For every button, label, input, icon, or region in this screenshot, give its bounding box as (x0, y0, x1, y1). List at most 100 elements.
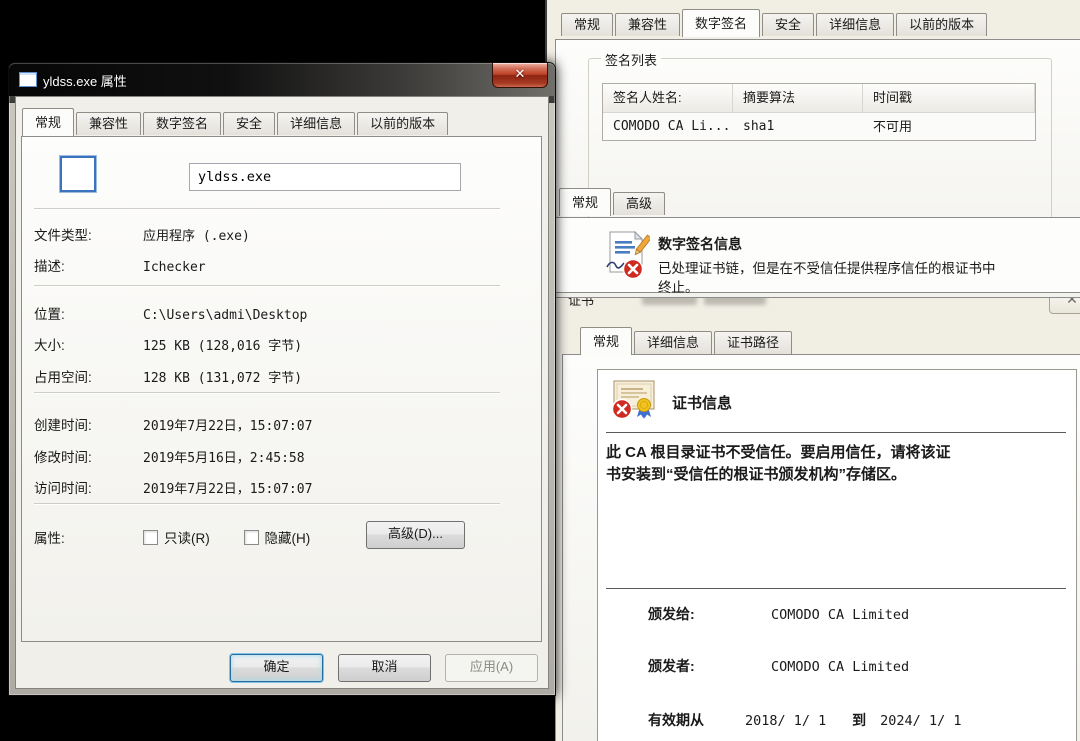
advanced-button[interactable]: 高级(D)... (366, 521, 465, 549)
close-icon: ✕ (515, 66, 526, 81)
tab-details[interactable]: 详细信息 (277, 112, 355, 135)
warning-line2: 书安装到“受信任的根证书颁发机构”存储区。 (606, 464, 950, 486)
signature-info-heading: 数字签名信息 (658, 234, 742, 254)
details-tab-page: 数字签名信息 已处理证书链，但是在不受信任提供程序信任的根证书中 终止。 (555, 217, 1080, 293)
checkbox-icon (244, 530, 259, 545)
title-bar: yldss.exe 属性 ✕ (9, 63, 555, 96)
field-row-accessed: 访问时间:2019年7月22日，15:07:07 (34, 477, 312, 497)
dialog-client-area: 常规 兼容性 数字签名 安全 详细信息 以前的版本 文件类型:应用程序 (.ex… (15, 96, 549, 689)
apply-button[interactable]: 应用(A) (445, 654, 538, 682)
divider (606, 588, 1066, 589)
valid-to-value: 2024/ 1/ 1 (880, 713, 961, 729)
field-value: 128 KB (131,072 字节) (143, 371, 302, 386)
divider (34, 285, 500, 286)
field-label: 文件类型: (34, 224, 143, 244)
ok-button[interactable]: 确定 (230, 654, 323, 682)
timestamp-value: 不可用 (863, 113, 1035, 140)
tab-details[interactable]: 详细信息 (634, 331, 712, 354)
column-timestamp[interactable]: 时间戳 (863, 84, 1035, 112)
valid-from-value: 2018/ 1/ 1 (745, 713, 826, 729)
valid-to-word: 到 (852, 712, 866, 728)
warning-line1: 此 CA 根目录证书不受信任。要启用信任，请将该证 (606, 442, 950, 464)
tab-general[interactable]: 常规 (561, 13, 613, 36)
column-digest-algorithm[interactable]: 摘要算法 (733, 84, 863, 112)
issued-to-value: COMODO CA Limited (771, 607, 909, 623)
field-row-size-on-disk: 占用空间:128 KB (131,072 字节) (34, 366, 302, 386)
tab-details[interactable]: 详细信息 (816, 13, 894, 36)
certificate-dialog: 证书 ✕ 常规 详细信息 证书路径 (555, 281, 1080, 741)
tab-previous-versions[interactable]: 以前的版本 (357, 112, 448, 135)
field-label: 大小: (34, 334, 143, 354)
tab-advanced[interactable]: 高级 (613, 192, 665, 215)
readonly-label: 只读(R) (164, 531, 210, 546)
validity-row: 有效期从2018/ 1/ 1 到2024/ 1/ 1 (648, 710, 961, 730)
readonly-checkbox[interactable]: 只读(R) (143, 531, 210, 546)
issued-to-label: 颁发给: (648, 604, 771, 624)
desktop-background: 常规 兼容性 数字签名 安全 详细信息 以前的版本 签名列表 签名人姓名: 摘要… (0, 0, 1080, 741)
tab-general[interactable]: 常规 (22, 108, 74, 136)
digest-algorithm-value: sha1 (733, 113, 863, 140)
field-row-location: 位置:C:\Users\admi\Desktop (34, 303, 307, 323)
divider (606, 432, 1066, 433)
signature-list-label: 签名列表 (601, 50, 661, 69)
signature-error-icon (602, 230, 650, 285)
field-value: C:\Users\admi\Desktop (143, 308, 307, 323)
certificate-info-heading: 证书信息 (672, 392, 732, 413)
application-icon (19, 72, 37, 87)
issued-by-row: 颁发者:COMODO CA Limited (648, 656, 909, 676)
field-value: Ichecker (143, 260, 206, 275)
tab-certification-path[interactable]: 证书路径 (714, 331, 792, 354)
tab-security[interactable]: 安全 (223, 112, 275, 135)
hidden-label: 隐藏(H) (265, 531, 311, 546)
field-row-description: 描述:Ichecker (34, 255, 206, 275)
issued-to-row: 颁发给:COMODO CA Limited (648, 604, 909, 624)
exe-file-icon (60, 156, 96, 192)
field-label: 访问时间: (34, 477, 143, 497)
close-button[interactable]: ✕ (492, 63, 548, 88)
attributes-label: 属性: (34, 527, 143, 547)
window-title: yldss.exe 属性 (43, 71, 127, 90)
field-label: 创建时间: (34, 414, 143, 434)
field-row-modified: 修改时间:2019年5月16日，2:45:58 (34, 446, 305, 466)
certificate-info-box: 证书信息 此 CA 根目录证书不受信任。要启用信任，请将该证 书安装到“受信任的… (597, 369, 1077, 741)
field-label: 修改时间: (34, 446, 143, 466)
tab-security[interactable]: 安全 (762, 13, 814, 36)
tab-previous-versions[interactable]: 以前的版本 (896, 13, 987, 36)
signature-table-header: 签名人姓名: 摘要算法 时间戳 (603, 84, 1035, 113)
checkbox-icon (143, 530, 158, 545)
divider (34, 208, 500, 209)
tab-general[interactable]: 常规 (580, 327, 632, 355)
tab-general[interactable]: 常规 (559, 188, 611, 216)
certificate-error-icon (610, 376, 658, 427)
properties-dialog: yldss.exe 属性 ✕ 常规 兼容性 数字签名 安全 详细信息 以前的版本… (8, 62, 556, 696)
certificate-tab-page: 证书信息 此 CA 根目录证书不受信任。要启用信任，请将该证 书安装到“受信任的… (562, 354, 1080, 741)
field-label: 位置: (34, 303, 143, 323)
certificate-tabstrip: 常规 详细信息 证书路径 (580, 327, 794, 354)
issued-by-label: 颁发者: (648, 656, 771, 676)
tab-digital-signatures[interactable]: 数字签名 (143, 112, 221, 135)
signatures-tabstrip: 常规 兼容性 数字签名 安全 详细信息 以前的版本 (561, 9, 989, 36)
field-row-file-type: 文件类型:应用程序 (.exe) (34, 224, 250, 244)
properties-tabstrip: 常规 兼容性 数字签名 安全 详细信息 以前的版本 (22, 108, 450, 135)
tab-compatibility[interactable]: 兼容性 (615, 13, 680, 36)
tab-compatibility[interactable]: 兼容性 (76, 112, 141, 135)
field-value: 应用程序 (.exe) (143, 229, 250, 244)
tab-digital-signatures[interactable]: 数字签名 (682, 9, 760, 37)
table-row[interactable]: COMODO CA Li... sha1 不可用 (603, 113, 1035, 140)
attributes-row: 属性: 只读(R) 隐藏(H) (34, 527, 310, 547)
general-tab-page: 文件类型:应用程序 (.exe) 描述:Ichecker 位置:C:\Users… (21, 136, 542, 642)
details-tabstrip: 常规 高级 (559, 188, 667, 215)
filename-input[interactable] (189, 163, 461, 191)
cancel-button[interactable]: 取消 (338, 654, 431, 682)
hidden-checkbox[interactable]: 隐藏(H) (244, 531, 311, 546)
signature-message-line2: 终止。 (658, 276, 699, 296)
column-signer-name[interactable]: 签名人姓名: (603, 84, 733, 112)
signature-message-line1: 已处理证书链，但是在不受信任提供程序信任的根证书中 (658, 257, 996, 277)
field-label: 占用空间: (34, 366, 143, 386)
field-row-size: 大小:125 KB (128,016 字节) (34, 334, 302, 354)
field-value: 2019年5月16日，2:45:58 (143, 451, 305, 466)
divider (34, 503, 500, 504)
field-row-created: 创建时间:2019年7月22日，15:07:07 (34, 414, 312, 434)
field-value: 2019年7月22日，15:07:07 (143, 419, 312, 434)
signer-name-value: COMODO CA Li... (603, 113, 733, 140)
